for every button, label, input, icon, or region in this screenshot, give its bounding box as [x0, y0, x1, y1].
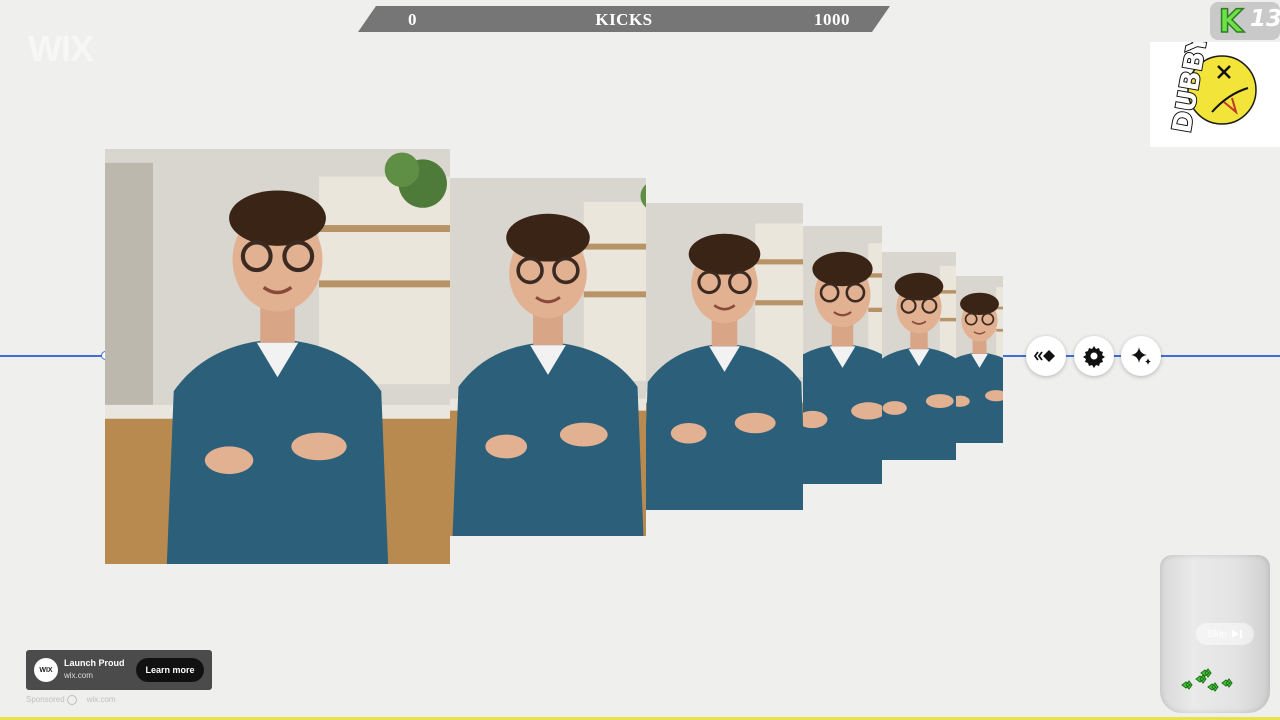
video-scene: [882, 252, 956, 460]
video-scene: [803, 226, 882, 484]
wix-logo-icon: WIX: [34, 658, 58, 682]
sponsored-label: Sponsored: [26, 695, 65, 705]
game-screen: WIX 0 KICKS 1000 K 13 DUBBY WIX Launch P…: [0, 0, 1280, 720]
video-frame-1[interactable]: [105, 149, 450, 564]
info-icon[interactable]: [66, 695, 77, 705]
kicks-score-bar: 0 KICKS 1000: [358, 6, 890, 32]
video-frame-3[interactable]: [646, 203, 803, 510]
video-frame-2[interactable]: [450, 178, 646, 536]
clover-icon: [1181, 668, 1233, 692]
score-max: 1000: [814, 10, 850, 29]
ad-domain: wix.com: [64, 671, 93, 680]
video-scene: [956, 276, 1003, 443]
wix-watermark: WIX: [28, 28, 94, 69]
clover-glass: Skip: [1160, 555, 1270, 713]
gear-icon: [1083, 346, 1105, 368]
ad-card[interactable]: WIX Launch Proud wix.com Learn more: [26, 650, 212, 690]
video-frame-4[interactable]: [803, 226, 882, 484]
video-frame-6[interactable]: [956, 276, 1003, 443]
smiley-sticker-icon: DUBBY: [1166, 30, 1257, 136]
video-scene: [450, 178, 646, 536]
score-title: KICKS: [595, 10, 653, 29]
video-scene: [646, 203, 803, 510]
video-scene: [105, 149, 450, 564]
kicks-k-icon: K: [1218, 2, 1244, 40]
sparkle-icon: [1131, 347, 1151, 365]
rewind-keyframe-button[interactable]: [1026, 336, 1066, 376]
learn-more-button[interactable]: Learn more: [136, 658, 204, 682]
kicks-count: 13: [1250, 6, 1280, 32]
sparkle-button[interactable]: [1121, 336, 1161, 376]
footer-domain[interactable]: wix.com: [87, 695, 116, 704]
skip-next-icon: [1231, 630, 1242, 638]
skip-label: Skip: [1207, 628, 1227, 640]
dubby-sticker: DUBBY: [1150, 30, 1280, 147]
ad-footer: Sponsored wix.com: [26, 695, 116, 705]
settings-button[interactable]: [1074, 336, 1114, 376]
kicks-badge[interactable]: K 13: [1210, 2, 1280, 40]
video-frame-5[interactable]: [882, 252, 956, 460]
rewind-diamond-icon: [1034, 350, 1055, 362]
ad-title: Launch Proud: [64, 658, 125, 668]
skip-button[interactable]: Skip: [1196, 623, 1254, 645]
